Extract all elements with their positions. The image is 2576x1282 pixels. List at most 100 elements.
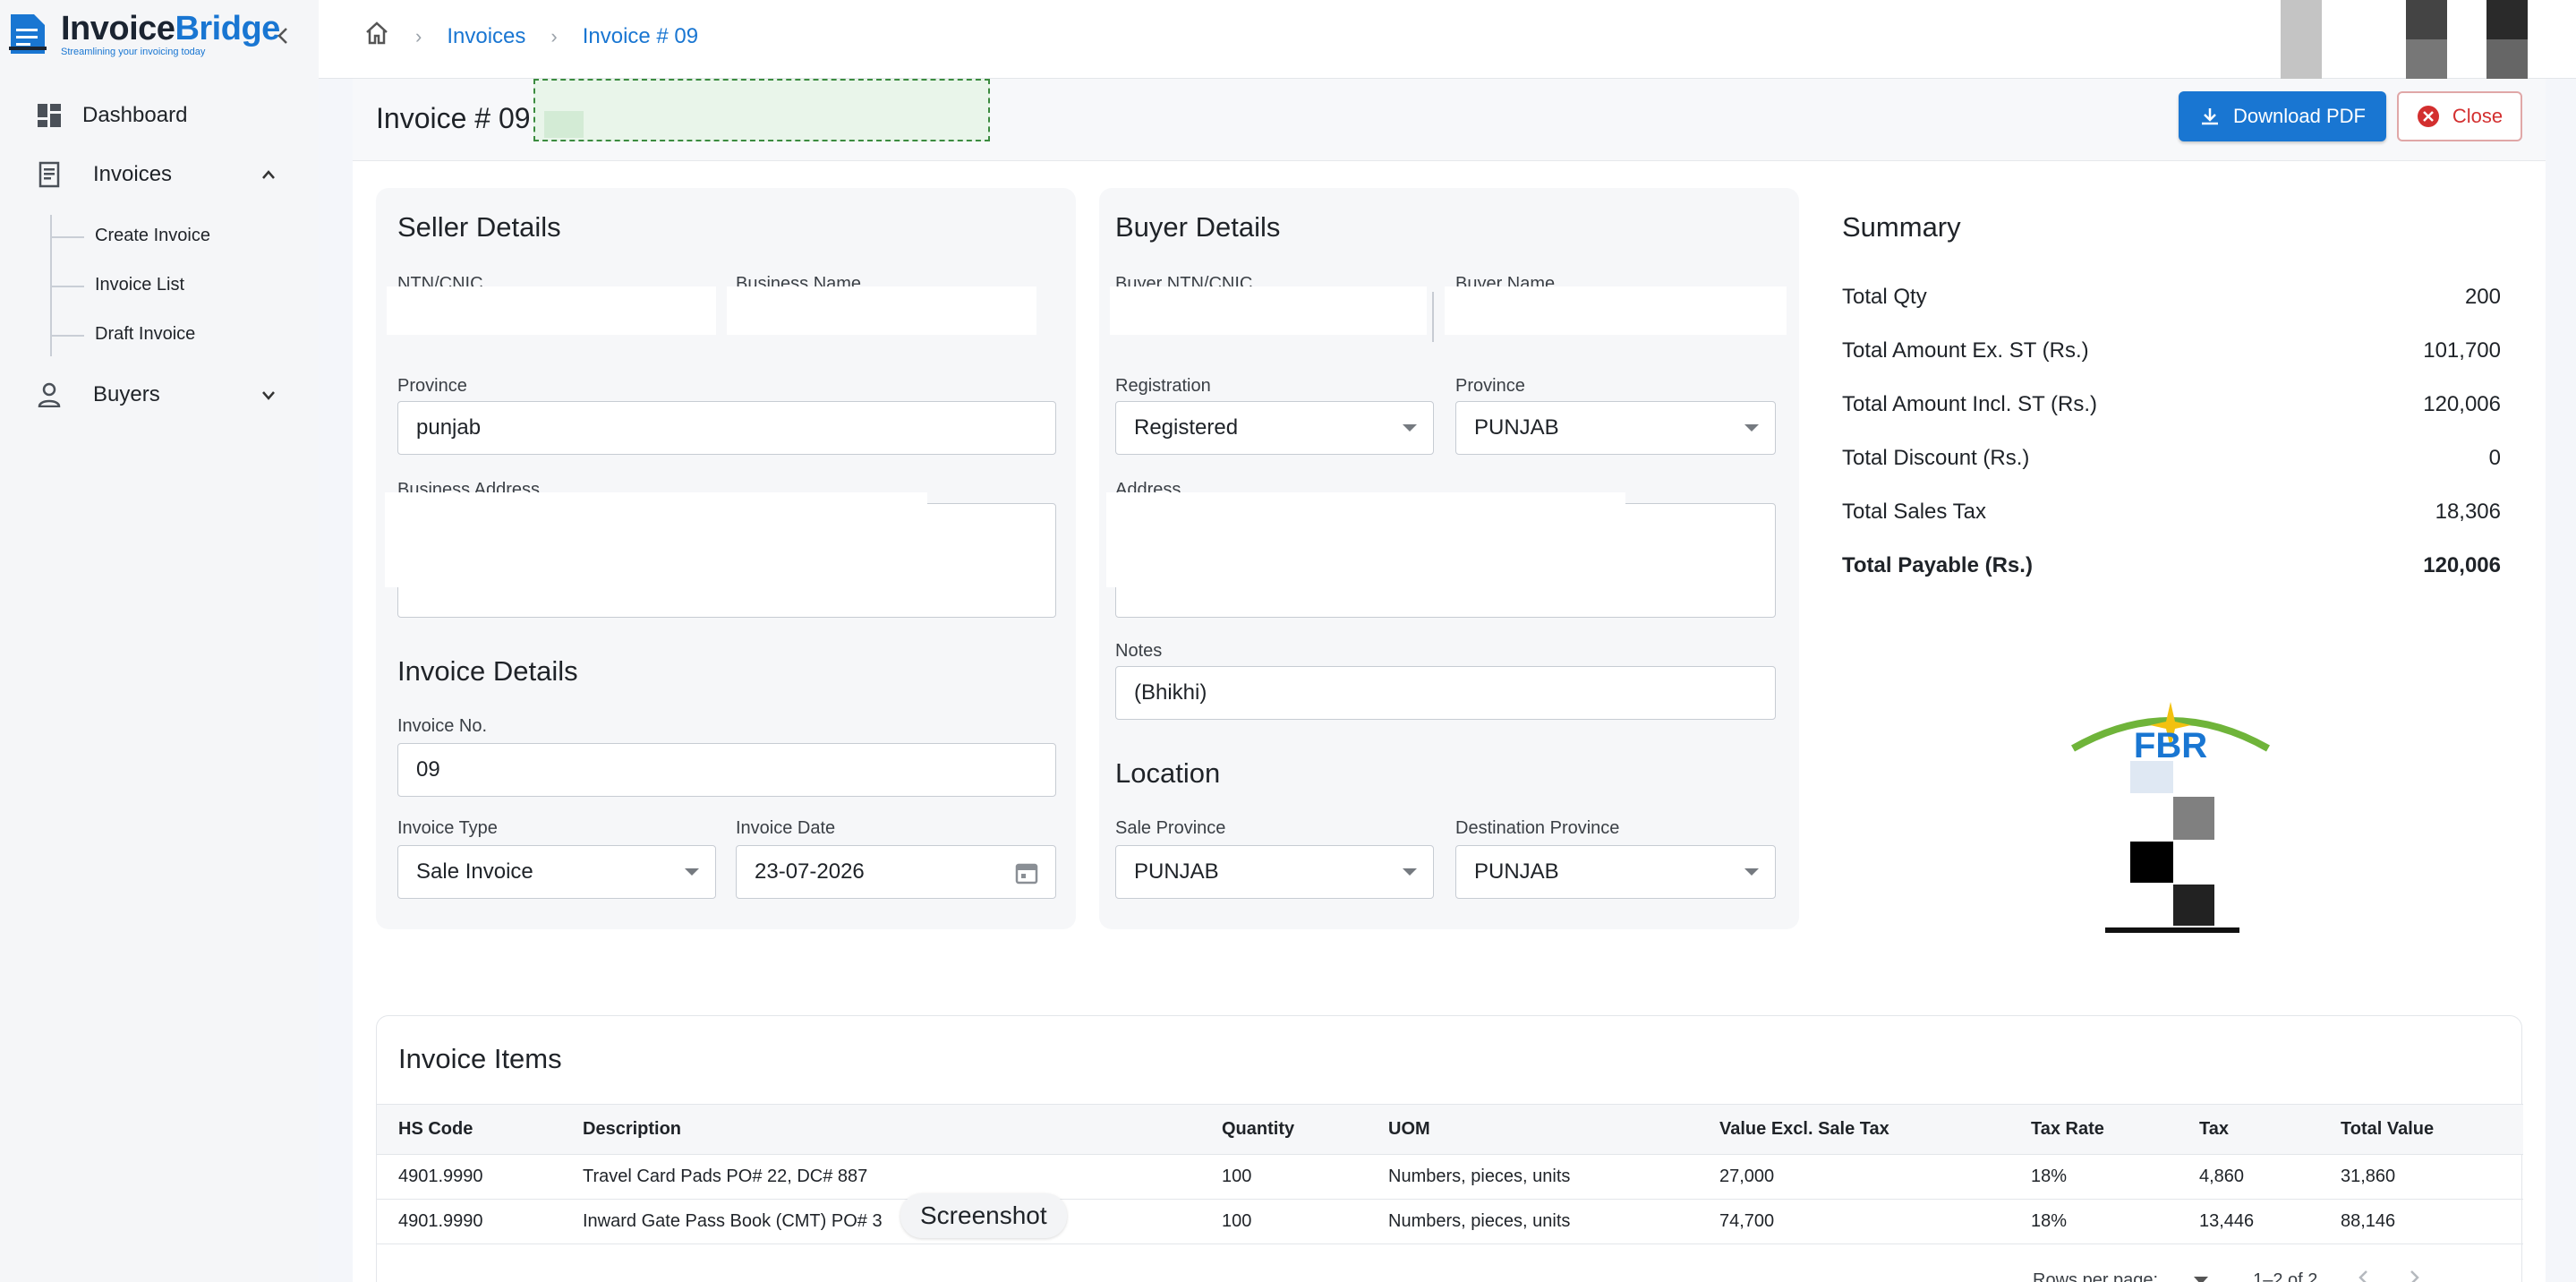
column-header[interactable]: Total Value (2319, 1104, 2523, 1155)
buyer-province-value: PUNJAB (1474, 415, 1559, 440)
page-info: 1–2 of 2 (2253, 1269, 2318, 1282)
buyer-title: Buyer Details (1115, 211, 1281, 243)
buyer-province-select[interactable]: PUNJAB (1455, 401, 1776, 455)
submenu-tick (50, 236, 84, 238)
summary-label: Total Discount (Rs.) (1842, 446, 2030, 470)
chevron-left-icon (277, 28, 287, 44)
dropdown-caret-icon (1403, 424, 1417, 432)
dropdown-caret-icon (685, 868, 699, 876)
close-button[interactable]: Close (2397, 91, 2522, 141)
destination-province-value: PUNJAB (1474, 859, 1559, 884)
sale-province-label: Sale Province (1115, 818, 1226, 838)
home-icon[interactable] (363, 20, 390, 53)
location-title: Location (1115, 757, 1221, 789)
dropdown-caret-icon (2194, 1276, 2209, 1282)
table-cell: 74,700 (1698, 1199, 2009, 1244)
rows-per-page-select[interactable] (2194, 1270, 2209, 1282)
collapse-sidebar-button[interactable] (269, 21, 297, 50)
user-avatar[interactable] (2281, 0, 2576, 79)
breadcrumb-invoices[interactable]: Invoices (447, 24, 525, 49)
sidebar: InvoiceBridge Streamlining your invoicin… (0, 0, 319, 1282)
invoice-date-field[interactable]: 23-07-2026 (736, 845, 1056, 899)
invoice-details-title: Invoice Details (397, 655, 578, 687)
redacted-region (533, 79, 990, 141)
summary-value: 18,306 (2435, 500, 2501, 524)
sidebar-item-draft-invoice[interactable]: Draft Invoice (95, 324, 195, 345)
close-label: Close (2452, 105, 2503, 127)
invoice-no-field[interactable]: 09 (397, 743, 1056, 797)
column-header[interactable]: Tax (2178, 1104, 2319, 1155)
summary-label: Total Payable (Rs.) (1842, 553, 2033, 577)
notes-field[interactable]: (Bhikhi) (1115, 666, 1776, 720)
summary-label: Total Amount Ex. ST (Rs.) (1842, 338, 2089, 363)
table-row[interactable]: 4901.9990 Travel Card Pads PO# 22, DC# 8… (377, 1154, 2523, 1200)
receipt-icon (34, 159, 64, 190)
destination-province-select[interactable]: PUNJAB (1455, 845, 1776, 899)
table-cell: 100 (1200, 1154, 1367, 1200)
table-row[interactable]: 4901.9990 Inward Gate Pass Book (CMT) PO… (377, 1199, 2523, 1244)
column-header[interactable]: UOM (1367, 1104, 1698, 1155)
column-header[interactable]: HS Code (377, 1104, 561, 1155)
rows-per-page-label: Rows per page: (2033, 1269, 2159, 1282)
person-icon (34, 380, 64, 410)
breadcrumb-current: Invoice # 09 (582, 23, 699, 48)
calendar-icon[interactable] (1014, 860, 1039, 885)
notes-value: (Bhikhi) (1134, 680, 1207, 705)
field-divider (1432, 292, 1434, 342)
table-cell: Inward Gate Pass Book (CMT) PO# 3 (561, 1199, 1200, 1244)
buyer-registration-label: Registration (1115, 376, 1211, 396)
table-pagination: Rows per page: 1–2 of 2 (2033, 1269, 2421, 1282)
summary-row-total-payable: Total Payable (Rs.) 120,006 (1842, 553, 2501, 578)
buyer-ntn-field[interactable] (1110, 286, 1427, 335)
column-header[interactable]: Description (561, 1104, 1200, 1155)
column-header[interactable]: Tax Rate (2009, 1104, 2178, 1155)
brand-logo[interactable]: InvoiceBridge Streamlining your invoicin… (7, 11, 280, 57)
sidebar-item-buyers[interactable]: Buyers (34, 380, 160, 410)
summary-row-amount-ex: Total Amount Ex. ST (Rs.) 101,700 (1842, 338, 2501, 363)
table-cell: 4,860 (2178, 1154, 2319, 1200)
seller-province-field[interactable]: punjab (397, 401, 1056, 455)
seller-business-name-field[interactable] (727, 286, 1036, 335)
download-icon (2202, 108, 2219, 125)
sidebar-item-dashboard[interactable]: Dashboard (34, 100, 187, 131)
table-header-row: HS Code Description Quantity UOM Value E… (377, 1104, 2523, 1155)
buyer-registration-select[interactable]: Registered (1115, 401, 1434, 455)
sale-province-value: PUNJAB (1134, 859, 1219, 884)
summary-value: 120,006 (2423, 392, 2501, 416)
sidebar-item-invoices[interactable]: Invoices (34, 159, 172, 190)
breadcrumb: › Invoices › Invoice # 09 (363, 20, 698, 53)
invoice-date-label: Invoice Date (736, 818, 836, 838)
invoice-type-select[interactable]: Sale Invoice (397, 845, 716, 899)
sidebar-item-invoice-list[interactable]: Invoice List (95, 275, 184, 295)
summary-label: Total Amount Incl. ST (Rs.) (1842, 392, 2097, 416)
table-cell: 18% (2009, 1199, 2178, 1244)
next-page-icon[interactable] (2409, 1269, 2421, 1282)
column-header[interactable]: Quantity (1200, 1104, 1367, 1155)
sale-province-select[interactable]: PUNJAB (1115, 845, 1434, 899)
sidebar-item-label: Invoices (93, 162, 173, 186)
sidebar-item-label: Buyers (93, 382, 160, 406)
buyer-name-field[interactable] (1445, 286, 1787, 335)
prev-page-icon[interactable] (2357, 1269, 2369, 1282)
seller-province-label: Province (397, 376, 467, 396)
buyer-province-label: Province (1455, 376, 1525, 396)
screenshot-tooltip: Screenshot (900, 1193, 1067, 1238)
buyer-registration-value: Registered (1134, 415, 1239, 440)
chevron-down-icon[interactable] (258, 384, 279, 406)
download-pdf-button[interactable]: Download PDF (2179, 91, 2386, 141)
table-cell: Numbers, pieces, units (1367, 1199, 1698, 1244)
table-cell: 88,146 (2319, 1199, 2523, 1244)
redacted-region (1106, 492, 1625, 587)
invoice-items-title: Invoice Items (398, 1043, 562, 1074)
brand-name-part1: Invoice (61, 10, 175, 47)
summary-value: 120,006 (2423, 553, 2501, 577)
summary-label: Total Qty (1842, 285, 1927, 309)
table-cell: 100 (1200, 1199, 1367, 1244)
breadcrumb-separator-icon: › (415, 24, 422, 47)
sidebar-item-create-invoice[interactable]: Create Invoice (95, 226, 210, 246)
column-header[interactable]: Value Excl. Sale Tax (1698, 1104, 2009, 1155)
chevron-up-icon[interactable] (258, 164, 279, 185)
summary-title: Summary (1842, 211, 1961, 243)
table-cell: Numbers, pieces, units (1367, 1154, 1698, 1200)
seller-ntn-field[interactable] (387, 286, 716, 335)
